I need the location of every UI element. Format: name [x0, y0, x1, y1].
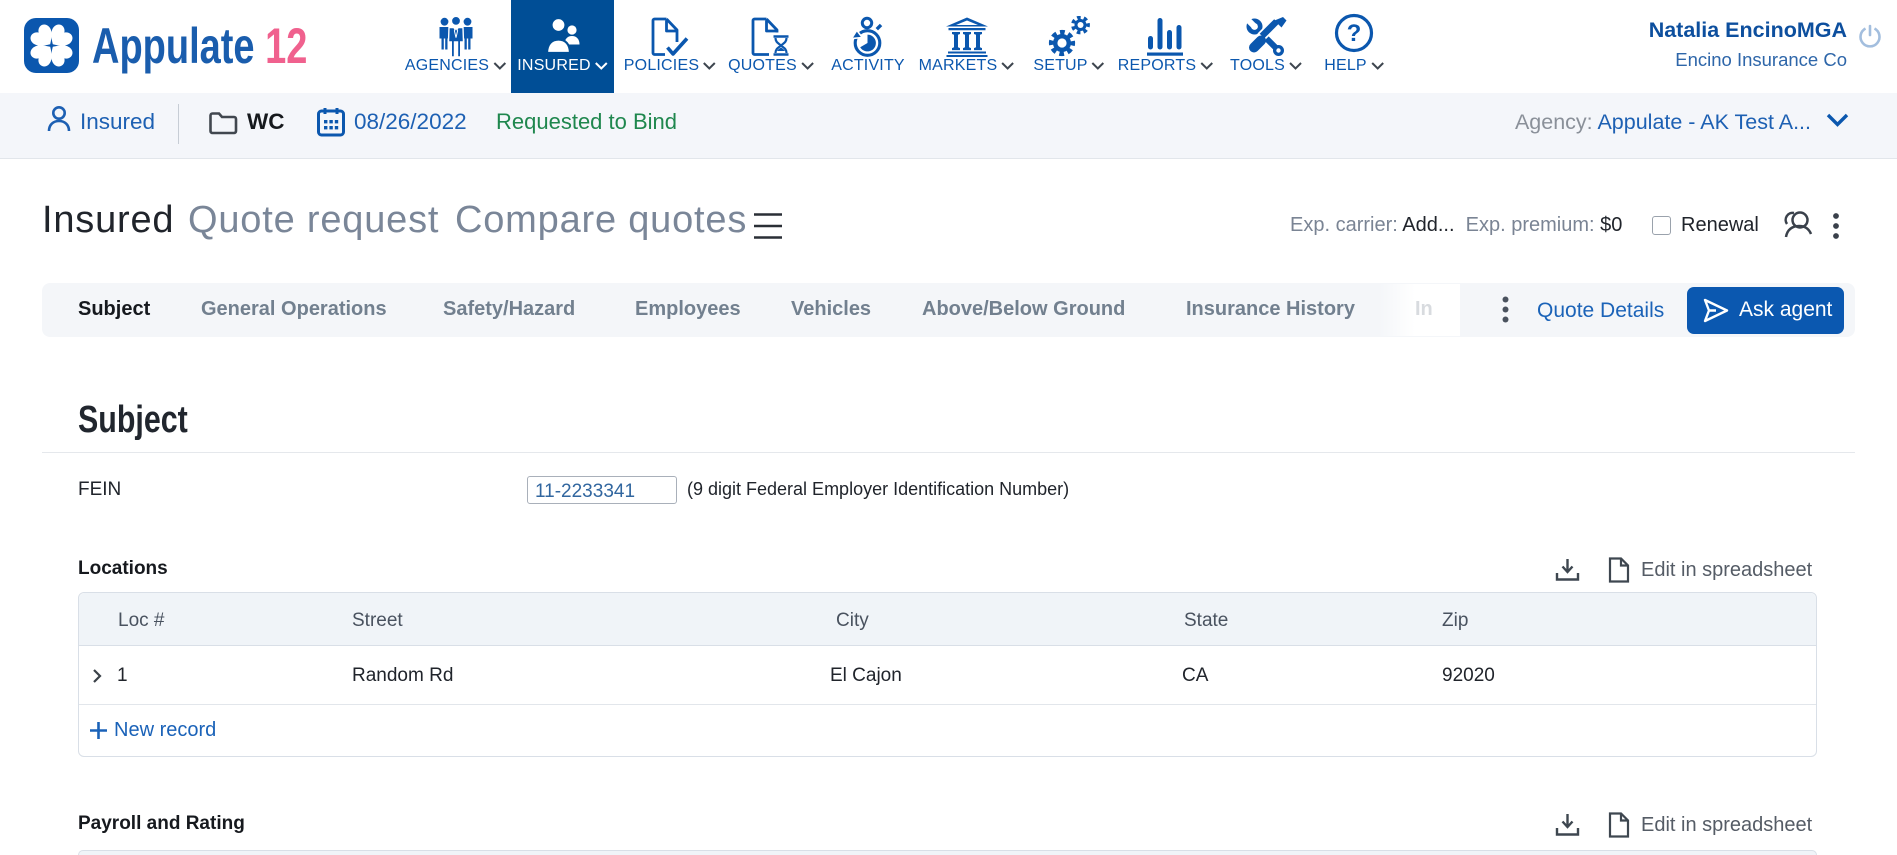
svg-text:?: ?	[1347, 20, 1362, 47]
